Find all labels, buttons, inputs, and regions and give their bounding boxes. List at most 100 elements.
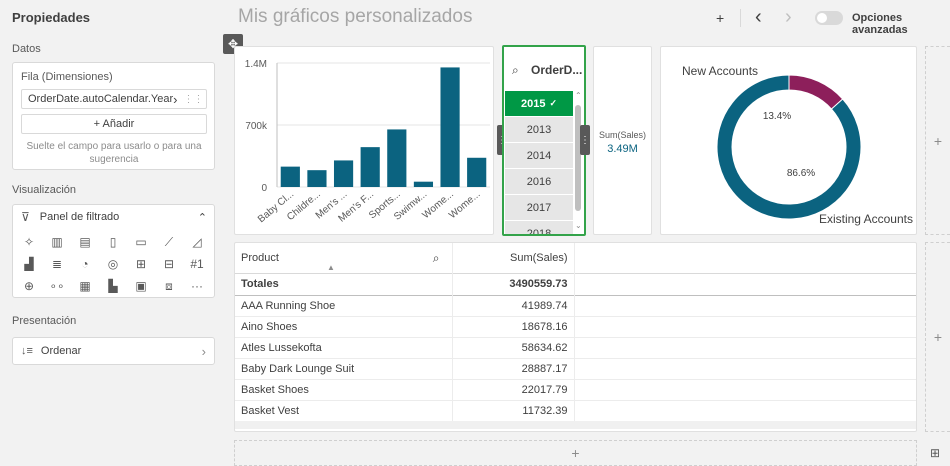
waterfall-icon[interactable]: ▙ [108, 279, 117, 293]
plus-icon[interactable]: + [571, 445, 579, 461]
drag-handle-icon[interactable]: ⋮⋮ [183, 94, 203, 105]
table-icon[interactable]: ⊞ [136, 257, 146, 271]
distribution-icon[interactable]: ≣ [52, 257, 62, 271]
table-row[interactable]: Atles Lussekofta 58634.62 [235, 337, 916, 359]
sort-icon: ↓≡ [21, 345, 33, 357]
bar-chart-icon[interactable]: ▥ [51, 235, 62, 249]
sales-cell: 22017.79 [452, 379, 575, 401]
map-icon[interactable]: ⊕ [24, 279, 34, 293]
column-header-product[interactable]: Product ⌕ ▲ [235, 243, 453, 273]
table-header-row: Product ⌕ ▲ Sum(Sales) [235, 243, 916, 273]
scroll-down-icon[interactable]: ⌄ [575, 221, 582, 230]
filter-item[interactable]: 2018 [505, 221, 573, 234]
bar[interactable] [307, 170, 327, 187]
resize-handle-icon[interactable]: ⋮ [580, 125, 590, 155]
bar[interactable] [413, 181, 434, 187]
treemap-icon[interactable]: ▦ [79, 279, 90, 293]
grid-icon[interactable]: ⊞ [930, 446, 940, 460]
scrollbar[interactable]: ⌃ ⌄ [574, 91, 582, 234]
presentation-section-label: Presentación [12, 315, 77, 327]
properties-panel: Propiedades Datos Fila (Dimensiones) Ord… [0, 0, 225, 466]
table-panel[interactable]: Product ⌕ ▲ Sum(Sales) Totales 3490559.7… [234, 242, 917, 432]
next-sheet-icon[interactable]: › [785, 6, 792, 29]
bar-chart-panel[interactable]: 1.4M 700k 0 Baby Cl... Childre... Men's ... Me… [234, 46, 494, 235]
filter-pane[interactable]: ⌕ OrderD... 2015 ✓ 2013 2014 2016 2017 2018 ⌃… [502, 45, 586, 236]
table-row[interactable]: Aino Shoes 18678.16 [235, 316, 916, 338]
advanced-options-toggle[interactable] [815, 11, 843, 25]
kpi-label: Sum(Sales) [598, 130, 646, 140]
scrollbar-thumb[interactable] [575, 105, 581, 211]
horizontal-bar-icon[interactable]: ▤ [79, 235, 90, 249]
bar[interactable] [333, 160, 354, 187]
kpi-panel[interactable]: Sum(Sales) 3.49M [593, 46, 652, 235]
bar[interactable] [280, 166, 300, 187]
properties-title: Propiedades [12, 10, 91, 25]
donut-chart-panel[interactable]: 13.4% 86.6% New Accounts Existing Accounts [660, 46, 917, 235]
add-column-area[interactable]: + [925, 46, 950, 235]
bar[interactable] [360, 147, 380, 187]
add-row-area[interactable]: + [234, 440, 917, 466]
bar[interactable] [387, 129, 407, 187]
pivot-table-icon[interactable]: ⊟ [164, 257, 174, 271]
sales-cell: 58634.62 [452, 337, 575, 359]
product-cell[interactable]: Atles Lussekofta [235, 337, 453, 359]
sort-row[interactable]: ↓≡ Ordenar › [12, 337, 215, 365]
product-cell[interactable]: Basket Shoes [235, 379, 453, 401]
dimension-field[interactable]: OrderDate.autoCalendar.Year › ⋮⋮ [21, 89, 207, 109]
totals-row: Totales 3490559.73 [235, 273, 916, 295]
filter-item[interactable]: 2015 ✓ [505, 91, 573, 117]
search-icon[interactable]: ⌕ [512, 63, 519, 78]
plus-icon[interactable]: + [934, 329, 942, 345]
previous-sheet-icon[interactable]: ‹ [755, 6, 762, 29]
histogram-icon[interactable]: ⧈ [165, 279, 173, 294]
scatter-icon[interactable]: ∘∘ [49, 279, 64, 293]
text-image-icon[interactable]: ▣ [135, 279, 146, 293]
table-row[interactable]: Baby Dark Lounge Suit 28887.17 [235, 358, 916, 380]
drop-hint: Suelte el campo para usarlo o para una s… [26, 141, 202, 165]
bar[interactable] [440, 67, 460, 187]
chevron-right-icon[interactable]: › [173, 92, 177, 107]
donut-slice[interactable] [788, 74, 844, 110]
visualization-icon-grid: ✧ ▥ ▤ ▯ ▭ ⟋ ◿ ▟ ≣ ◔ ◎ ⊞ ⊟ #1 ⊕ ∘∘ ▦ ▙ ▣ … [15, 231, 211, 297]
product-cell[interactable]: Aino Shoes [235, 316, 453, 338]
add-dimension-button[interactable]: + Añadir [21, 114, 207, 134]
sheet-title: Mis gráficos personalizados [238, 6, 473, 27]
bar[interactable] [467, 157, 487, 187]
combo-chart-icon[interactable]: ▟ [24, 257, 33, 271]
scroll-up-icon[interactable]: ⌃ [575, 91, 582, 100]
search-icon[interactable]: ⌕ [433, 251, 440, 266]
pie-chart-icon[interactable]: ◔ [81, 257, 88, 271]
line-chart-icon[interactable]: ⟋ [165, 235, 173, 250]
column-header-sales[interactable]: Sum(Sales) [452, 243, 575, 273]
add-column-area[interactable]: + [925, 242, 950, 432]
donut-chart: 13.4% 86.6% New Accounts Existing Accounts [682, 64, 913, 226]
filter-pane-title: OrderD... [531, 63, 583, 77]
filter-item[interactable]: 2013 [505, 117, 573, 143]
product-cell[interactable]: AAA Running Shoe [235, 295, 453, 317]
add-icon[interactable]: + [716, 10, 724, 26]
filter-pane-icon: ⊽ [21, 210, 30, 224]
bullet-chart-icon[interactable]: ▭ [135, 235, 146, 249]
product-cell[interactable]: Basket Vest [235, 400, 453, 422]
chevron-up-icon[interactable]: ⌃ [198, 211, 207, 224]
boxplot-icon[interactable]: ▯ [110, 235, 117, 249]
gauge-icon[interactable]: ◎ [108, 257, 118, 271]
visualization-card: ⊽ Panel de filtrado ⌃ ✧ ▥ ▤ ▯ ▭ ⟋ ◿ ▟ ≣ … [12, 204, 215, 298]
filter-item[interactable]: 2017 [505, 195, 573, 221]
table-row[interactable]: AAA Running Shoe 41989.74 [235, 295, 916, 317]
filter-item[interactable]: 2014 [505, 143, 573, 169]
area-chart-icon[interactable]: ◿ [192, 235, 201, 249]
table-row[interactable]: Basket Shoes 22017.79 [235, 379, 916, 401]
table-row[interactable]: Basket Vest 11732.39 [235, 400, 916, 422]
kpi-icon[interactable]: #1 [190, 257, 203, 271]
more-icon[interactable]: ··· [191, 279, 203, 293]
data-label: 86.6% [787, 168, 815, 179]
horizontal-scrollbar[interactable] [235, 421, 916, 429]
auto-chart-icon[interactable]: ✧ [24, 235, 34, 249]
filter-item[interactable]: 2016 [505, 169, 573, 195]
product-cell[interactable]: Baby Dark Lounge Suit [235, 358, 453, 380]
visualization-selector[interactable]: ⊽ Panel de filtrado ⌃ [21, 210, 207, 224]
visualization-selected: Panel de filtrado [39, 211, 120, 223]
plus-icon[interactable]: + [934, 133, 942, 149]
dimension-card: Fila (Dimensiones) OrderDate.autoCalenda… [12, 62, 215, 170]
